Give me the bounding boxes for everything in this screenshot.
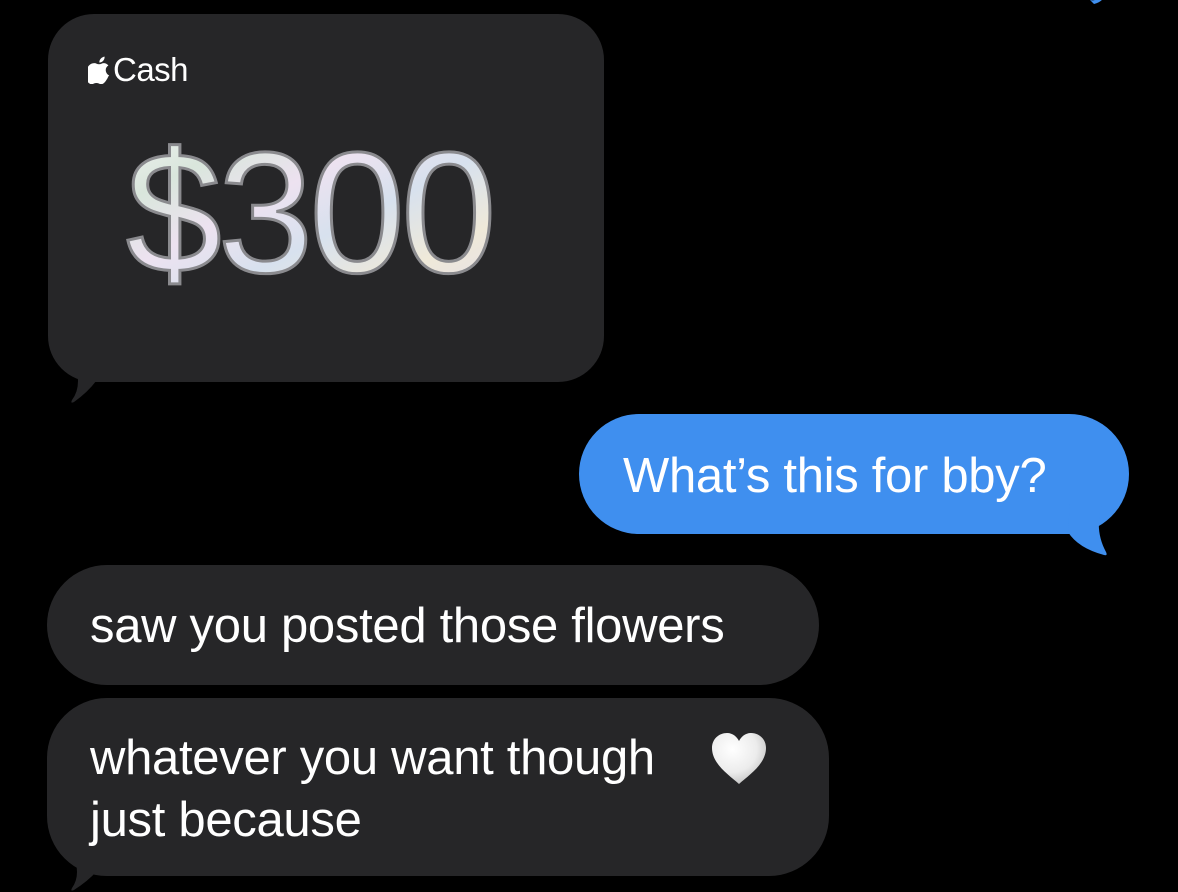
white-heart-icon [712, 733, 766, 784]
cash-amount: $300 [125, 116, 499, 311]
received-message-bubble[interactable]: whatever you want though just because [47, 698, 829, 876]
apple-cash-brand: Cash [88, 50, 189, 90]
received-message-text: saw you posted those flowers [90, 599, 725, 653]
apple-logo-icon [88, 56, 110, 84]
sent-message-text: What’s this for bby? [623, 449, 1047, 503]
cash-bubble-tail [71, 356, 108, 403]
received-message-bubble[interactable]: saw you posted those flowers [47, 565, 819, 685]
cash-brand-label: Cash [113, 51, 189, 88]
sent-bubble-tail [1068, 504, 1107, 556]
previous-bubble-tail [1090, 0, 1102, 4]
received-message-line-1: whatever you want though [90, 731, 655, 785]
received-bubble-tail [71, 852, 108, 891]
cash-amount-text: $300 [126, 117, 493, 309]
message-thread: Cash $300 What’s this for bby? saw you p… [0, 0, 1178, 892]
sent-message-bubble[interactable]: What’s this for bby? [579, 414, 1129, 534]
apple-cash-payment-bubble[interactable]: Cash $300 [48, 14, 604, 382]
received-message-line-2: just because [90, 793, 362, 847]
